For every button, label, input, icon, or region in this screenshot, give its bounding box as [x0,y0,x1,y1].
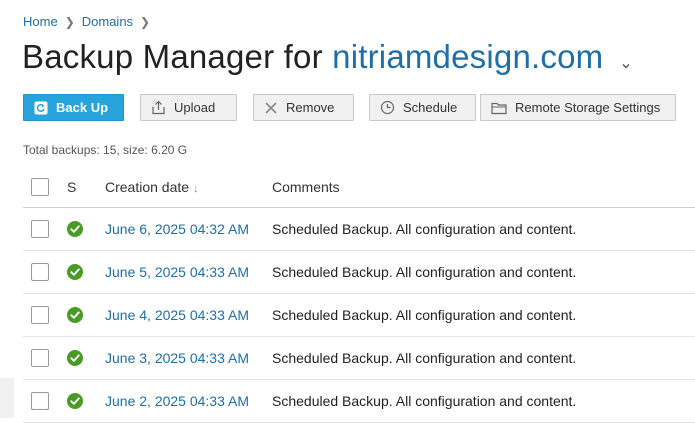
back-up-button[interactable]: Back Up [23,94,124,121]
backup-summary: Total backups: 15, size: 6.20 G [23,143,188,157]
breadcrumb-domains[interactable]: Domains [82,14,133,29]
success-check-icon [67,264,83,280]
backup-date-link[interactable]: June 5, 2025 04:33 AM [105,264,249,280]
creation-date-column-header[interactable]: Creation date ↓ [105,179,199,195]
remove-label: Remove [286,100,335,115]
backup-comment: Scheduled Backup. All configuration and … [272,350,577,366]
creation-date-header-label: Creation date [105,178,190,195]
table-row: June 5, 2025 04:33 AM Scheduled Backup. … [23,251,695,294]
backup-icon [34,101,48,115]
success-check-icon [67,350,83,366]
row-checkbox[interactable] [31,220,49,238]
back-up-label: Back Up [56,100,109,115]
left-panel-edge [0,378,14,418]
schedule-label: Schedule [403,100,458,115]
backup-comment: Scheduled Backup. All configuration and … [272,264,577,280]
table-row: June 2, 2025 04:33 AM Scheduled Backup. … [23,380,695,423]
chevron-right-icon: ❯ [64,14,75,29]
backup-comment: Scheduled Backup. All configuration and … [272,393,577,409]
upload-icon [151,100,166,115]
breadcrumb: Home ❯ Domains ❯ [23,14,157,29]
status-column-header[interactable]: S [67,179,76,195]
backup-date-link[interactable]: June 3, 2025 04:33 AM [105,350,249,366]
row-checkbox[interactable] [31,263,49,281]
remote-storage-settings-label: Remote Storage Settings [515,100,661,115]
success-check-icon [67,393,83,409]
schedule-button[interactable]: Schedule [369,94,476,121]
success-check-icon [67,307,83,323]
toolbar: Back Up Upload Remove Schedule Remote St… [23,94,676,121]
row-checkbox[interactable] [31,306,49,324]
table-header: S Creation date ↓ Comments [23,166,695,208]
row-checkbox[interactable] [31,349,49,367]
backup-date-link[interactable]: June 2, 2025 04:33 AM [105,393,249,409]
chevron-right-icon: ❯ [140,14,151,29]
breadcrumb-home[interactable]: Home [23,14,58,29]
table-row: June 4, 2025 04:33 AM Scheduled Backup. … [23,294,695,337]
remote-storage-settings-button[interactable]: Remote Storage Settings [480,94,676,121]
backup-comment: Scheduled Backup. All configuration and … [272,221,577,237]
sort-descending-icon: ↓ [193,182,199,195]
upload-label: Upload [174,100,216,115]
success-check-icon [67,221,83,237]
remove-button[interactable]: Remove [253,94,354,121]
folder-icon [491,101,507,115]
backup-date-link[interactable]: June 6, 2025 04:32 AM [105,221,249,237]
page-title: Backup Manager for nitriamdesign.com [22,38,631,78]
backups-table: S Creation date ↓ Comments June 6, 2025 0… [23,166,695,423]
backup-comment: Scheduled Backup. All configuration and … [272,307,577,323]
clock-icon [380,100,395,115]
chevron-down-icon[interactable] [621,40,631,78]
domain-switcher[interactable]: nitriamdesign.com [332,38,603,75]
page-title-prefix: Backup Manager for [22,38,323,75]
remove-icon [264,101,278,115]
select-all-checkbox[interactable] [31,177,49,196]
comments-column-header: Comments [272,178,340,195]
backup-date-link[interactable]: June 4, 2025 04:33 AM [105,307,249,323]
row-checkbox[interactable] [31,392,49,410]
table-row: June 6, 2025 04:32 AM Scheduled Backup. … [23,208,695,251]
upload-button[interactable]: Upload [140,94,237,121]
table-row: June 3, 2025 04:33 AM Scheduled Backup. … [23,337,695,380]
